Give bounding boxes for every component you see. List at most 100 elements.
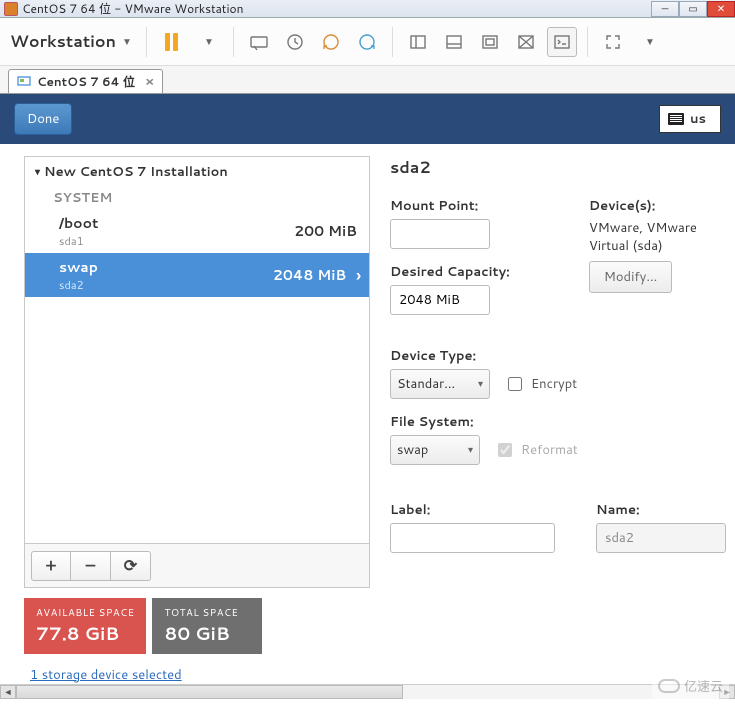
watermark: 亿速云 bbox=[652, 672, 729, 700]
vmware-titlebar: CentOS 7 64 位 - VMware Workstation — ▭ ✕ bbox=[0, 0, 735, 18]
device-name: sda2 bbox=[59, 277, 98, 293]
stretch-guest-button[interactable] bbox=[475, 27, 505, 57]
device-type-label: Device Type: bbox=[390, 347, 733, 365]
available-space-box: AVAILABLE SPACE 77.8 GiB bbox=[24, 598, 146, 654]
devices-value: VMware, VMware Virtual (sda) bbox=[589, 219, 733, 255]
file-system-select[interactable]: swap ▾ bbox=[390, 435, 480, 465]
label-input[interactable] bbox=[390, 523, 555, 553]
add-partition-button[interactable]: + bbox=[31, 551, 71, 581]
fullscreen-button[interactable] bbox=[598, 27, 628, 57]
scroll-track[interactable] bbox=[16, 685, 719, 699]
minimize-button[interactable]: — bbox=[651, 1, 679, 17]
total-space-box: TOTAL SPACE 80 GiB bbox=[152, 598, 262, 654]
mount-point: /boot bbox=[59, 213, 98, 233]
scroll-thumb[interactable] bbox=[16, 685, 403, 699]
done-button[interactable]: Done bbox=[14, 103, 72, 135]
close-button[interactable]: ✕ bbox=[707, 1, 735, 17]
total-space-value: 80 GiB bbox=[164, 620, 250, 646]
show-library-button[interactable] bbox=[403, 27, 433, 57]
available-space-value: 77.8 GiB bbox=[36, 620, 134, 646]
divider bbox=[233, 27, 234, 57]
installer-content: ▾ New CentOS 7 Installation SYSTEM /boot… bbox=[0, 144, 735, 684]
maximize-button[interactable]: ▭ bbox=[679, 1, 707, 17]
fit-icon bbox=[480, 32, 500, 52]
remove-partition-button[interactable]: – bbox=[71, 551, 111, 581]
mount-point: swap bbox=[59, 257, 98, 277]
vm-monitor-icon bbox=[17, 75, 31, 89]
power-dropdown[interactable]: ▼ bbox=[193, 27, 223, 57]
clock-back-icon bbox=[321, 32, 341, 52]
name-label: Name: bbox=[596, 501, 726, 519]
total-space-label: TOTAL SPACE bbox=[164, 606, 250, 620]
partition-tree: ▾ New CentOS 7 Installation SYSTEM /boot… bbox=[24, 156, 370, 588]
chevron-down-icon: ▼ bbox=[645, 35, 655, 49]
scroll-left-button[interactable]: ◄ bbox=[0, 685, 16, 699]
panel-left-icon bbox=[408, 32, 428, 52]
panel-bottom-icon bbox=[444, 32, 464, 52]
chevron-down-icon: ▾ bbox=[468, 443, 473, 457]
devices-label: Device(s): bbox=[589, 197, 733, 215]
snapshot-manager-button[interactable] bbox=[352, 27, 382, 57]
vmware-app-icon bbox=[4, 2, 18, 16]
keyboard-icon bbox=[668, 113, 684, 125]
device-name: sda1 bbox=[59, 233, 98, 249]
desired-capacity-label: Desired Capacity: bbox=[390, 263, 563, 281]
encrypt-checkbox-row[interactable]: Encrypt bbox=[504, 374, 577, 394]
tree-title: New CentOS 7 Installation bbox=[44, 163, 228, 181]
partition-column: ▾ New CentOS 7 Installation SYSTEM /boot… bbox=[0, 144, 370, 684]
modify-button[interactable]: Modify... bbox=[589, 261, 672, 293]
reformat-checkbox-row: Reformat bbox=[494, 440, 578, 460]
disclosure-triangle-icon: ▾ bbox=[35, 165, 40, 179]
file-system-label: File System: bbox=[390, 413, 733, 431]
workstation-menu-label: Workstation bbox=[10, 30, 116, 53]
vm-tab-label: CentOS 7 64 位 bbox=[37, 73, 135, 90]
partition-item-boot[interactable]: /boot sda1 200 MiB bbox=[25, 209, 369, 253]
workstation-menu[interactable]: Workstation ▼ bbox=[6, 26, 136, 57]
vm-tab-centos[interactable]: CentOS 7 64 位 × bbox=[8, 69, 163, 93]
fullscreen-dropdown[interactable]: ▼ bbox=[634, 27, 664, 57]
device-type-value: Standar... bbox=[397, 375, 455, 393]
unity-button[interactable] bbox=[511, 27, 541, 57]
mount-point-label: Mount Point: bbox=[390, 197, 563, 215]
label-label: Label: bbox=[390, 501, 570, 519]
partition-size: 2048 MiB bbox=[273, 265, 346, 285]
console-button[interactable] bbox=[547, 27, 577, 57]
divider bbox=[587, 27, 588, 57]
tree-group-system: SYSTEM bbox=[25, 187, 369, 209]
keyboard-layout-label: us bbox=[690, 110, 706, 128]
show-thumbnail-button[interactable] bbox=[439, 27, 469, 57]
available-space-label: AVAILABLE SPACE bbox=[36, 606, 134, 620]
pause-icon bbox=[165, 33, 178, 51]
encrypt-checkbox[interactable] bbox=[508, 377, 522, 391]
mount-point-input[interactable] bbox=[390, 219, 490, 249]
reformat-checkbox bbox=[498, 443, 512, 457]
divider bbox=[146, 27, 147, 57]
terminal-icon bbox=[552, 32, 572, 52]
cloud-icon bbox=[658, 679, 680, 693]
horizontal-scrollbar[interactable]: ◄ ► bbox=[0, 684, 735, 698]
chevron-down-icon: ▼ bbox=[204, 35, 214, 49]
partition-size: 200 MiB bbox=[294, 221, 357, 241]
chevron-down-icon: ▼ bbox=[122, 35, 132, 49]
chevron-right-icon: › bbox=[356, 264, 361, 287]
snapshot-button[interactable] bbox=[280, 27, 310, 57]
vm-tabbar: CentOS 7 64 位 × bbox=[0, 66, 735, 94]
tree-heading[interactable]: ▾ New CentOS 7 Installation bbox=[25, 157, 369, 187]
encrypt-label: Encrypt bbox=[531, 375, 577, 393]
tab-close-button[interactable]: × bbox=[145, 73, 154, 91]
device-type-select[interactable]: Standar... ▾ bbox=[390, 369, 490, 399]
partition-item-swap[interactable]: swap sda2 2048 MiB › bbox=[25, 253, 369, 297]
reload-button[interactable]: ⟳ bbox=[111, 551, 151, 581]
storage-devices-link[interactable]: 1 storage device selected bbox=[30, 666, 370, 684]
keyboard-indicator[interactable]: us bbox=[659, 105, 721, 133]
desired-capacity-input[interactable] bbox=[390, 285, 490, 315]
file-system-value: swap bbox=[397, 441, 428, 459]
pause-vm-button[interactable] bbox=[157, 27, 187, 57]
send-ctrl-alt-del-button[interactable] bbox=[244, 27, 274, 57]
vmware-toolbar: Workstation ▼ ▼ ▼ bbox=[0, 18, 735, 66]
fullscreen-icon bbox=[603, 32, 623, 52]
divider bbox=[392, 27, 393, 57]
revert-snapshot-button[interactable] bbox=[316, 27, 346, 57]
clock-icon bbox=[285, 32, 305, 52]
partition-detail-panel: sda2 Mount Point: Desired Capacity: Devi… bbox=[370, 144, 735, 684]
